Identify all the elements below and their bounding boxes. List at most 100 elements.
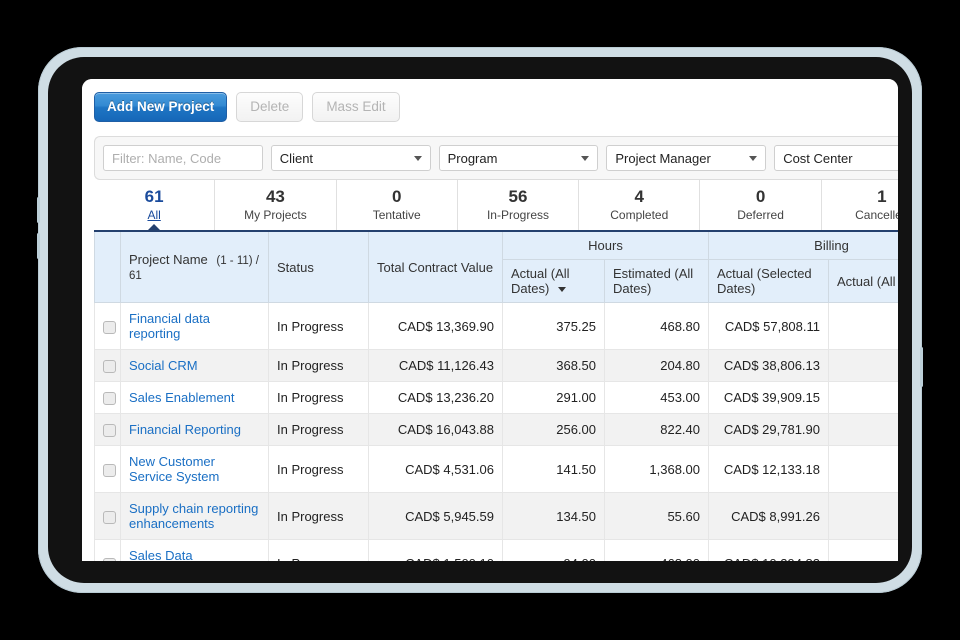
table-row[interactable]: Financial data reporting In Progress CAD$ … xyxy=(94,302,898,350)
row-checkbox[interactable] xyxy=(103,424,116,438)
name-code-filter-input[interactable]: Filter: Name, Code xyxy=(103,145,263,171)
project-name-cell: Financial Reporting xyxy=(120,413,269,447)
status-tab-label: All xyxy=(147,208,161,222)
row-select-cell xyxy=(94,381,121,415)
device-volume-down-button[interactable] xyxy=(37,233,40,259)
status-tab-label: Completed xyxy=(610,208,669,222)
project-name-link[interactable]: Sales Enablement xyxy=(129,390,235,405)
device-power-button[interactable] xyxy=(920,347,923,387)
status-tab-cancelled[interactable]: 1 Cancelled xyxy=(820,180,898,230)
status-tab-all[interactable]: 61 All xyxy=(94,180,214,232)
total-contract-value-cell: CAD$ 13,236.20 xyxy=(368,381,503,415)
billing-actual-selected-cell: CAD$ 38,806.13 xyxy=(708,348,829,383)
table-row[interactable]: Social CRM In Progress CAD$ 11,126.43 368.5… xyxy=(94,348,898,383)
total-contract-value-header[interactable]: Total Contract Value xyxy=(368,232,503,303)
project-name-link[interactable]: Sales Data Visualization xyxy=(129,548,202,561)
status-tab-completed[interactable]: 4 Completed xyxy=(578,180,699,230)
billing-actual-all-cell: CAD$ xyxy=(828,413,898,447)
row-checkbox[interactable] xyxy=(103,510,116,524)
hours-actual-cell: 256.00 xyxy=(502,413,605,447)
tablet-screen: Add New Project Delete Mass Edit Filter:… xyxy=(82,79,898,561)
delete-button[interactable]: Delete xyxy=(236,92,304,122)
status-header[interactable]: Status xyxy=(268,232,369,303)
status-tab-my-projects[interactable]: 43 My Projects xyxy=(214,180,335,230)
row-checkbox[interactable] xyxy=(103,463,116,477)
billing-group-header: Billing xyxy=(708,232,898,260)
table-row[interactable]: Financial Reporting In Progress CAD$ 16,04… xyxy=(94,413,898,447)
hours-estimated-cell: 204.80 xyxy=(604,348,709,383)
table-row[interactable]: Supply chain reporting enhancements In Pr… xyxy=(94,492,898,541)
filter-bar: Filter: Name, Code Client Program Projec… xyxy=(94,136,898,180)
row-checkbox[interactable] xyxy=(103,557,116,561)
status-tab-count: 61 xyxy=(144,187,164,206)
hours-estimated-cell: 453.00 xyxy=(604,381,709,415)
tablet-device-shell: Add New Project Delete Mass Edit Filter:… xyxy=(37,47,923,593)
billing-actual-selected-cell: CAD$ 57,808.11 xyxy=(708,302,829,350)
client-filter-select[interactable]: Client xyxy=(270,145,431,171)
add-new-project-button[interactable]: Add New Project xyxy=(94,92,228,122)
program-filter-label: Program xyxy=(447,150,498,166)
billing-actual-all-cell: CAD$ xyxy=(828,539,898,561)
billing-actual-all-header[interactable]: Actual (All xyxy=(828,259,898,303)
hours-estimated-cell: 1,368.00 xyxy=(604,445,709,494)
status-tab-tentative[interactable]: 0 Tentative xyxy=(335,180,457,230)
project-name-link[interactable]: Financial Reporting xyxy=(129,422,241,437)
chevron-down-icon xyxy=(749,155,758,161)
status-tab-label: Deferred xyxy=(737,208,784,222)
project-name-cell: Financial data reporting xyxy=(120,302,269,350)
billing-actual-selected-cell: CAD$ 8,991.26 xyxy=(708,492,829,541)
project-name-link[interactable]: Social CRM xyxy=(129,358,198,373)
total-contract-value-cell: CAD$ 16,043.88 xyxy=(368,413,503,447)
program-filter-select[interactable]: Program xyxy=(438,145,599,171)
status-cell: In Progress xyxy=(268,348,369,383)
row-checkbox[interactable] xyxy=(103,392,116,406)
status-tab-in-progress[interactable]: 56 In-Progress xyxy=(456,180,578,230)
device-volume-up-button[interactable] xyxy=(37,197,40,223)
hours-actual-header[interactable]: Actual (All Dates) xyxy=(502,259,605,303)
project-name-link[interactable]: Financial data reporting xyxy=(129,311,210,341)
hours-estimated-header[interactable]: Estimated (All Dates) xyxy=(604,259,709,303)
chevron-down-icon xyxy=(581,155,590,161)
hours-estimated-cell: 55.60 xyxy=(604,492,709,541)
project-manager-filter-select[interactable]: Project Manager xyxy=(606,145,767,171)
status-tab-count: 56 xyxy=(508,187,528,206)
billing-actual-selected-cell: CAD$ 10,294.82 xyxy=(708,539,829,561)
row-checkbox[interactable] xyxy=(103,360,116,374)
hours-estimated-cell: 468.80 xyxy=(604,302,709,350)
status-tab-label: Cancelled xyxy=(855,208,898,222)
action-toolbar: Add New Project Delete Mass Edit xyxy=(94,91,898,123)
status-tab-label: My Projects xyxy=(244,208,307,222)
billing-actual-selected-header[interactable]: Actual (Selected Dates) xyxy=(708,259,829,303)
project-name-cell: Sales Data Visualization xyxy=(120,539,269,561)
status-cell: In Progress xyxy=(268,413,369,447)
sort-descending-icon[interactable] xyxy=(557,287,566,293)
project-name-link[interactable]: Supply chain reporting enhancements xyxy=(129,501,258,531)
billing-actual-all-cell: CAD$ xyxy=(828,302,898,350)
status-tab-count: 43 xyxy=(265,187,285,206)
projects-table: Project Name (1 - 11) / 61 Status Total … xyxy=(94,232,898,561)
project-name-header-label: Project Name xyxy=(129,252,208,267)
project-name-link[interactable]: New Customer Service System xyxy=(129,454,219,484)
status-tab-count: 1 xyxy=(877,187,887,206)
table-row[interactable]: Sales Enablement In Progress CAD$ 13,236.2… xyxy=(94,381,898,415)
mass-edit-button[interactable]: Mass Edit xyxy=(312,92,400,122)
cost-center-filter-select[interactable]: Cost Center xyxy=(774,145,898,171)
status-tab-label: In-Progress xyxy=(486,208,549,222)
hours-estimated-cell: 468.00 xyxy=(604,539,709,561)
status-cell: In Progress xyxy=(268,381,369,415)
table-row[interactable]: Sales Data VisualizationIn ProgressCAD$ … xyxy=(94,539,898,561)
table-row[interactable]: New Customer Service System In Progress CA… xyxy=(94,445,898,494)
status-cell: In Progress xyxy=(268,302,369,350)
chevron-down-icon xyxy=(413,155,422,161)
status-tab-deferred[interactable]: 0 Deferred xyxy=(699,180,820,230)
projects-table-body: Financial data reporting In Progress CAD$ … xyxy=(94,302,898,561)
project-name-header[interactable]: Project Name (1 - 11) / 61 xyxy=(120,232,269,303)
row-checkbox[interactable] xyxy=(103,320,116,334)
billing-actual-all-cell: CAD$ xyxy=(828,381,898,415)
row-select-cell xyxy=(94,413,121,447)
select-all-header[interactable] xyxy=(94,232,121,303)
hours-actual-cell: 368.50 xyxy=(502,348,605,383)
hours-actual-cell: 375.25 xyxy=(502,302,605,350)
active-tab-indicator xyxy=(146,224,163,232)
tablet-bezel: Add New Project Delete Mass Edit Filter:… xyxy=(48,57,912,583)
